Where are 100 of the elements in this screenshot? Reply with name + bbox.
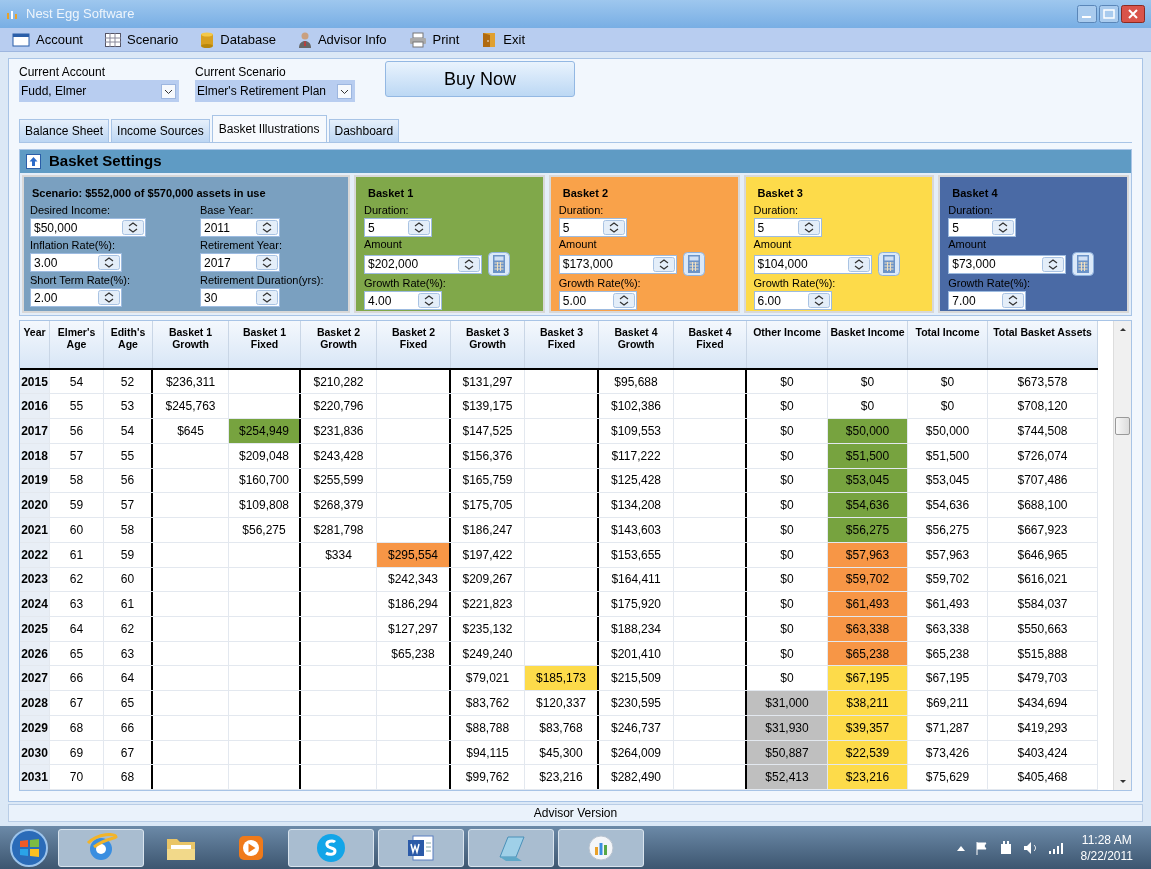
power-plug-icon[interactable]: [998, 839, 1013, 856]
spinner-icon[interactable]: [652, 256, 675, 272]
column-header[interactable]: Total Income: [908, 320, 988, 368]
spinner-icon[interactable]: [98, 255, 120, 271]
number-field[interactable]: 5: [753, 218, 822, 238]
column-header[interactable]: Other Income: [747, 320, 828, 368]
spinner-icon[interactable]: [602, 220, 625, 236]
menu-item[interactable]: Print: [432, 29, 460, 50]
spinner-icon[interactable]: [797, 220, 820, 236]
spinner-icon[interactable]: [408, 220, 430, 236]
dropdown-field[interactable]: Elmer's Retirement Plan: [195, 80, 355, 102]
spinner-icon[interactable]: [256, 220, 278, 236]
spinner-icon[interactable]: [98, 290, 120, 306]
spinner-icon[interactable]: [992, 220, 1015, 236]
caret-up-icon[interactable]: [956, 844, 965, 851]
column-header[interactable]: Basket Income: [828, 320, 908, 368]
number-field[interactable]: 30: [200, 288, 280, 308]
spinner-icon[interactable]: [256, 290, 278, 306]
table-cell: $120,337: [525, 691, 599, 715]
column-header[interactable]: Basket 2 Fixed: [377, 320, 451, 368]
column-header[interactable]: Basket 2 Growth: [301, 320, 377, 368]
column-header[interactable]: Basket 4 Fixed: [674, 320, 747, 368]
flag-icon[interactable]: [974, 840, 989, 855]
number-field[interactable]: 3.00: [30, 253, 122, 273]
table-cell: $153,655: [599, 542, 674, 567]
taskbar-button[interactable]: [558, 828, 644, 867]
number-field[interactable]: $104,000: [753, 254, 872, 274]
number-field[interactable]: $73,000: [948, 254, 1067, 274]
number-field[interactable]: 7.00: [948, 291, 1027, 311]
tab[interactable]: Basket Illustrations: [211, 114, 327, 142]
tab[interactable]: Income Sources: [111, 118, 210, 142]
column-header[interactable]: Basket 4 Growth: [599, 320, 674, 368]
number-field[interactable]: 2017: [200, 253, 280, 273]
spinner-icon[interactable]: [256, 255, 278, 271]
column-header[interactable]: Basket 1 Growth: [153, 320, 229, 368]
spinner-icon[interactable]: [807, 293, 830, 309]
field-label: Duration:: [948, 203, 994, 219]
collapse-up-icon[interactable]: [26, 153, 41, 169]
scrollbar[interactable]: [1113, 320, 1131, 791]
table-cell: $209,048: [229, 443, 301, 468]
table-cell: $281,798: [301, 518, 377, 542]
number-field[interactable]: 4.00: [364, 291, 442, 311]
clock-date[interactable]: 8/22/2011: [1080, 847, 1133, 864]
number-field[interactable]: $202,000: [364, 254, 482, 274]
taskbar-button[interactable]: [288, 828, 374, 867]
number-field[interactable]: 5: [364, 218, 432, 238]
column-header[interactable]: Year: [20, 320, 50, 368]
spinner-icon[interactable]: [1042, 256, 1065, 272]
calculator-icon[interactable]: [488, 252, 510, 277]
taskbar-button[interactable]: [378, 828, 464, 867]
spinner-icon[interactable]: [122, 220, 144, 236]
calculator-icon[interactable]: [877, 252, 900, 277]
column-header[interactable]: Total Basket Assets: [988, 320, 1098, 368]
table-cell: $102,386: [599, 394, 674, 419]
menu-item[interactable]: Advisor Info: [317, 29, 387, 50]
tab[interactable]: Balance Sheet: [19, 118, 110, 142]
dropdown-field[interactable]: Fudd, Elmer: [19, 80, 179, 102]
number-field[interactable]: 5: [558, 218, 627, 238]
column-header[interactable]: Basket 3 Growth: [451, 320, 525, 368]
table-cell: $434,694: [988, 691, 1098, 715]
menu-item[interactable]: Database: [220, 29, 276, 50]
spinner-icon[interactable]: [612, 293, 635, 309]
chevron-down-icon: [337, 83, 352, 99]
table-cell: $59,702: [828, 567, 908, 592]
number-field[interactable]: $173,000: [558, 254, 677, 274]
table-cell: $220,796: [301, 394, 377, 419]
number-field[interactable]: 2.00: [30, 288, 122, 308]
row-header: 2026: [20, 641, 50, 666]
spinner-icon[interactable]: [458, 256, 480, 272]
clock-time[interactable]: 11:28 AM: [1081, 831, 1132, 848]
speaker-icon[interactable]: [1022, 840, 1039, 855]
tab[interactable]: Dashboard: [328, 118, 400, 142]
scroll-thumb[interactable]: [1115, 416, 1130, 435]
spinner-icon[interactable]: [418, 293, 440, 309]
table-cell: 55: [104, 443, 153, 468]
number-field[interactable]: 6.00: [753, 291, 832, 311]
close-icon[interactable]: [1121, 5, 1145, 23]
table-cell: $63,338: [828, 617, 908, 641]
spinner-icon[interactable]: [847, 256, 870, 272]
calculator-icon[interactable]: [1072, 252, 1095, 277]
table-cell: $201,410: [599, 641, 674, 666]
table-cell: 65: [104, 691, 153, 715]
column-header[interactable]: Basket 1 Fixed: [229, 320, 301, 368]
signal-icon[interactable]: [1048, 841, 1065, 854]
column-header[interactable]: Elmer's Age: [50, 320, 104, 368]
menu-item[interactable]: Scenario: [127, 29, 179, 50]
menu-item[interactable]: Account: [36, 29, 83, 50]
buy-now-button[interactable]: Buy Now: [385, 61, 575, 97]
column-header[interactable]: Edith's Age: [104, 320, 153, 368]
number-field[interactable]: 2011: [200, 218, 280, 238]
field-label: Amount: [364, 237, 403, 253]
number-field[interactable]: $50,000: [30, 218, 146, 238]
menu-item[interactable]: Exit: [503, 29, 525, 50]
column-header[interactable]: Basket 3 Fixed: [525, 320, 599, 368]
table-cell: $479,703: [988, 666, 1098, 691]
number-field[interactable]: 5: [948, 218, 1017, 238]
calculator-icon[interactable]: [682, 252, 705, 277]
number-field[interactable]: 5.00: [558, 291, 637, 311]
spinner-icon[interactable]: [1002, 293, 1025, 309]
minimize-icon[interactable]: [1077, 5, 1097, 23]
